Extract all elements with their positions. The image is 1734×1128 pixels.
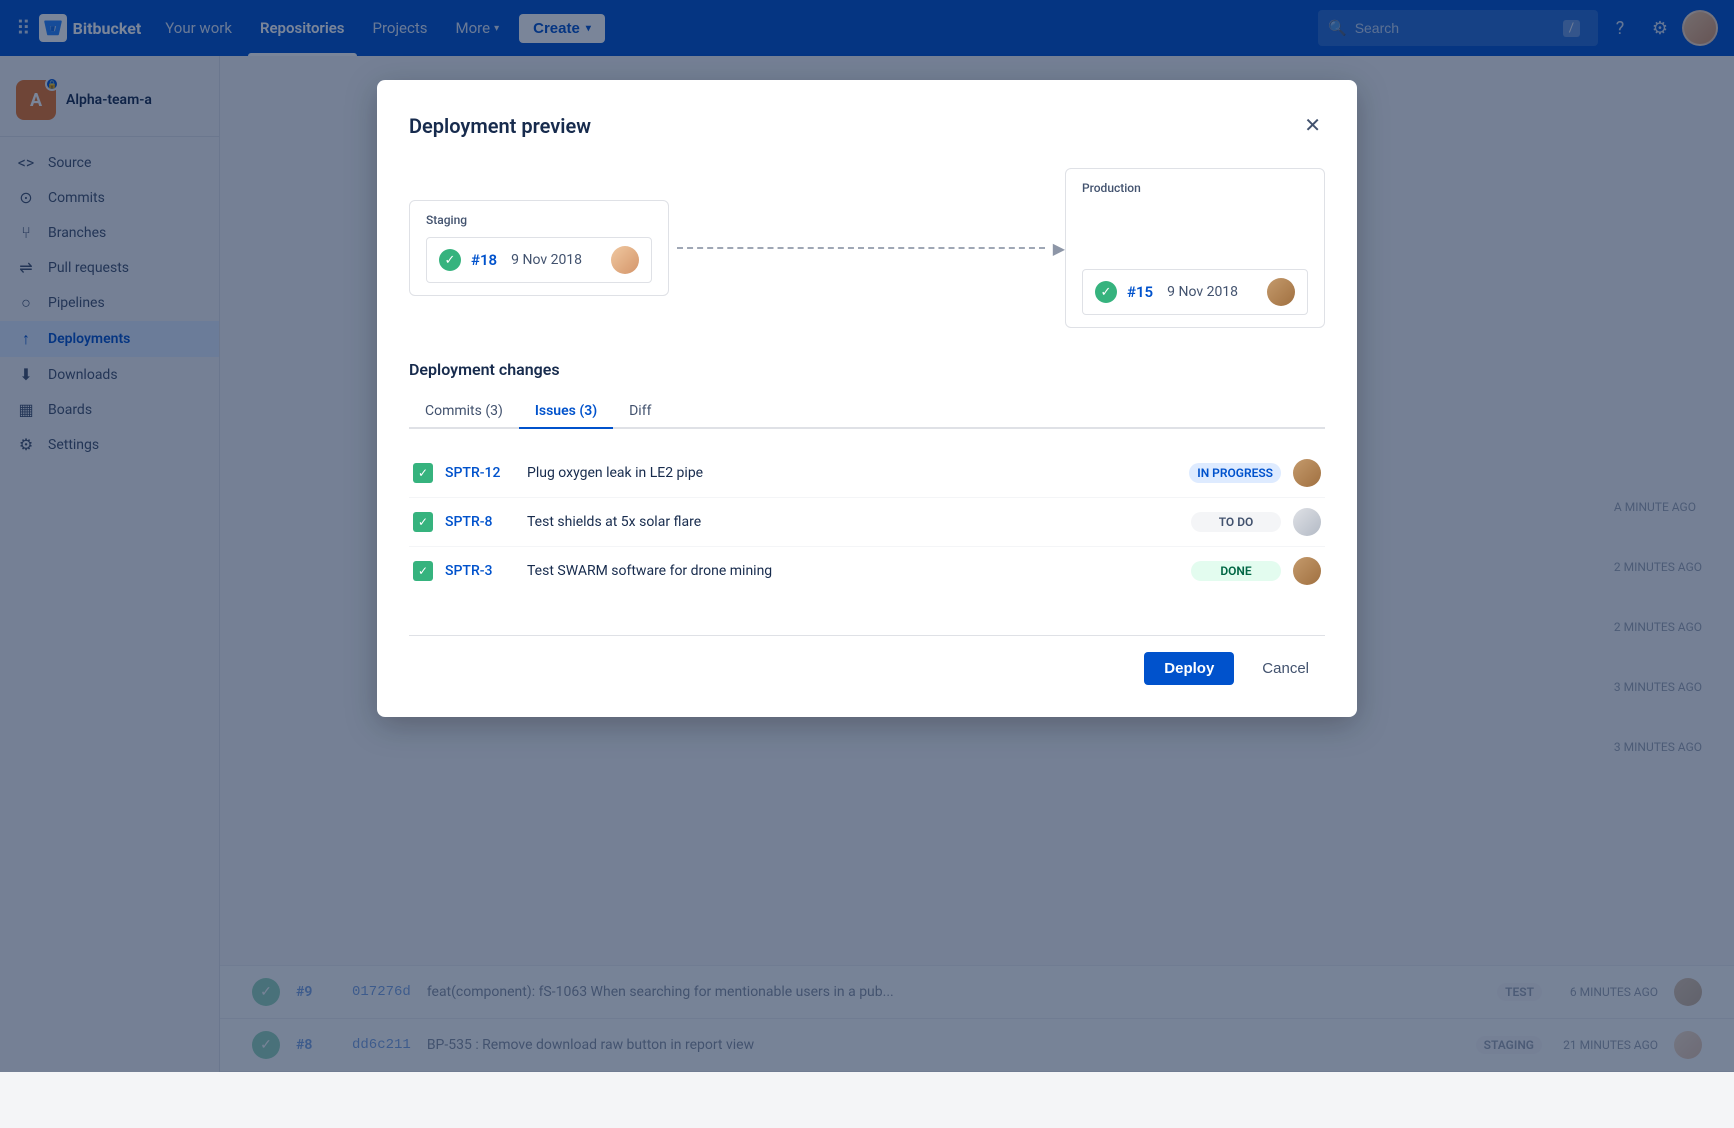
environment-arrow: ▶ bbox=[669, 228, 1065, 268]
issue-title-2: Test shields at 5x solar flare bbox=[527, 514, 1179, 530]
issue-type-icon-1: ✓ bbox=[413, 463, 433, 483]
issue-avatar-3 bbox=[1293, 557, 1321, 585]
environments-section: Staging ✓ #18 9 Nov 2018 ▶ Production ✓ bbox=[409, 168, 1325, 328]
issue-type-icon-2: ✓ bbox=[413, 512, 433, 532]
production-empty-slot bbox=[1082, 205, 1308, 261]
modal-close-button[interactable]: ✕ bbox=[1300, 112, 1325, 140]
production-label: Production bbox=[1082, 181, 1308, 195]
arrow-head-icon: ▶ bbox=[1053, 239, 1065, 258]
cancel-button[interactable]: Cancel bbox=[1246, 652, 1325, 685]
arrow-line bbox=[677, 247, 1045, 249]
issue-key-1[interactable]: SPTR-12 bbox=[445, 465, 515, 481]
staging-box: Staging ✓ #18 9 Nov 2018 bbox=[409, 200, 669, 296]
issue-key-2[interactable]: SPTR-8 bbox=[445, 514, 515, 530]
issue-key-3[interactable]: SPTR-3 bbox=[445, 563, 515, 579]
modal-title: Deployment preview bbox=[409, 114, 591, 138]
production-build-num[interactable]: #15 bbox=[1127, 283, 1153, 301]
tab-diff[interactable]: Diff bbox=[613, 395, 667, 429]
changes-tabs: Commits (3) Issues (3) Diff bbox=[409, 395, 1325, 429]
changes-title: Deployment changes bbox=[409, 360, 1325, 379]
modal-overlay: Deployment preview ✕ Staging ✓ #18 9 Nov… bbox=[0, 0, 1734, 1072]
issue-row-2: ✓ SPTR-8 Test shields at 5x solar flare … bbox=[409, 498, 1325, 547]
staging-avatar bbox=[611, 246, 639, 274]
issues-list: ✓ SPTR-12 Plug oxygen leak in LE2 pipe I… bbox=[409, 449, 1325, 595]
production-box: Production ✓ #15 9 Nov 2018 bbox=[1065, 168, 1325, 328]
staging-build-num[interactable]: #18 bbox=[471, 251, 497, 269]
deploy-button[interactable]: Deploy bbox=[1144, 652, 1234, 685]
issue-title-3: Test SWARM software for drone mining bbox=[527, 563, 1179, 579]
production-build: ✓ #15 9 Nov 2018 bbox=[1082, 269, 1308, 315]
issue-status-3: DONE bbox=[1191, 561, 1281, 581]
modal-footer: Deploy Cancel bbox=[409, 635, 1325, 685]
production-avatar bbox=[1267, 278, 1295, 306]
tab-commits[interactable]: Commits (3) bbox=[409, 395, 519, 429]
issue-row-1: ✓ SPTR-12 Plug oxygen leak in LE2 pipe I… bbox=[409, 449, 1325, 498]
issue-type-icon-3: ✓ bbox=[413, 561, 433, 581]
staging-build-date: 9 Nov 2018 bbox=[511, 252, 601, 268]
deployment-changes-section: Deployment changes Commits (3) Issues (3… bbox=[409, 360, 1325, 595]
issue-avatar-2 bbox=[1293, 508, 1321, 536]
issue-status-2: TO DO bbox=[1191, 512, 1281, 532]
tab-issues[interactable]: Issues (3) bbox=[519, 395, 613, 429]
issue-title-1: Plug oxygen leak in LE2 pipe bbox=[527, 465, 1177, 481]
issue-row-3: ✓ SPTR-3 Test SWARM software for drone m… bbox=[409, 547, 1325, 595]
staging-check-icon: ✓ bbox=[439, 249, 461, 271]
staging-build: ✓ #18 9 Nov 2018 bbox=[426, 237, 652, 283]
issue-status-1: IN PROGRESS bbox=[1189, 463, 1281, 483]
staging-label: Staging bbox=[426, 213, 652, 227]
production-check-icon: ✓ bbox=[1095, 281, 1117, 303]
deployment-preview-modal: Deployment preview ✕ Staging ✓ #18 9 Nov… bbox=[377, 80, 1357, 717]
issue-avatar-1 bbox=[1293, 459, 1321, 487]
modal-header: Deployment preview ✕ bbox=[409, 112, 1325, 140]
production-build-date: 9 Nov 2018 bbox=[1167, 284, 1257, 300]
